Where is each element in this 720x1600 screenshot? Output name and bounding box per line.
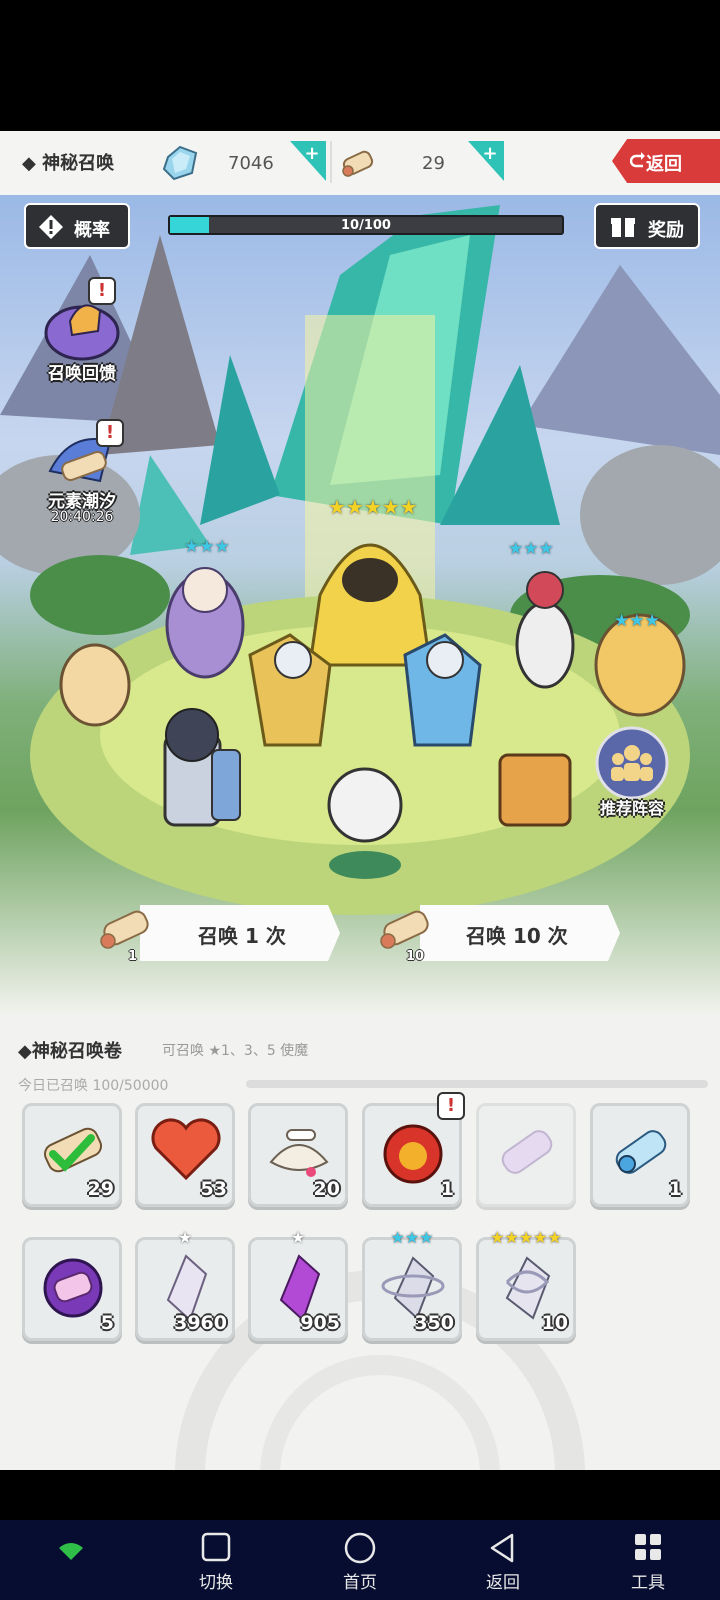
featured-stars: ★★★★★ bbox=[328, 495, 418, 519]
tide-alert-icon: ! bbox=[96, 419, 124, 447]
recommend-lineup-button[interactable]: 推荐阵容 bbox=[580, 725, 684, 825]
flame-orb-icon bbox=[383, 1124, 443, 1184]
status-area bbox=[0, 0, 720, 131]
summon-ten-cost: 10 bbox=[406, 949, 425, 964]
tide-timer: 20:40:26 bbox=[50, 509, 114, 525]
panel-description: 可召唤 ★1、3、5 使魔 bbox=[162, 1043, 309, 1059]
nav-tools-button[interactable]: 工具 bbox=[608, 1532, 688, 1593]
daily-summon-bar bbox=[246, 1080, 708, 1088]
summon-scroll-icon bbox=[100, 910, 149, 949]
reward-button[interactable]: 奖励 bbox=[594, 203, 700, 249]
nav-home-button[interactable]: 首页 bbox=[320, 1532, 400, 1593]
square-icon bbox=[201, 1532, 231, 1562]
heart-icon bbox=[151, 1118, 221, 1181]
purple-scroll-icon bbox=[501, 1130, 553, 1174]
summon-feedback-button[interactable]: ! 召唤回馈 bbox=[30, 277, 134, 387]
mummy-stars: ★★★ bbox=[508, 539, 554, 559]
add-scrolls-button[interactable]: + bbox=[468, 141, 504, 181]
add-gems-button[interactable]: + bbox=[290, 141, 326, 181]
lion-stars: ★★★ bbox=[614, 611, 660, 631]
item-purple-scroll[interactable] bbox=[476, 1103, 576, 1207]
item-heart[interactable]: 53 bbox=[135, 1103, 235, 1207]
alert-diamond-icon bbox=[39, 215, 63, 239]
blue-scroll-icon bbox=[615, 1130, 667, 1174]
item-gold-crystal[interactable]: ★★★★★ 10 bbox=[476, 1230, 576, 1341]
item-purple-crystal[interactable]: ★ 905 bbox=[248, 1230, 348, 1341]
probability-button[interactable]: 概率 bbox=[24, 203, 130, 249]
page-title: ◆ 神秘召唤 bbox=[22, 153, 115, 174]
inventory-panel: ◆神秘召唤卷 可召唤 ★1、3、5 使魔 今日已召唤 100/50000 29 … bbox=[0, 1015, 720, 1470]
circle-icon bbox=[344, 1532, 376, 1564]
return-arrow-icon bbox=[630, 152, 645, 168]
gem-icon bbox=[162, 145, 198, 181]
element-tide-button[interactable]: ! 元素潮汐 20:40:26 bbox=[30, 419, 134, 529]
svg-text:+: + bbox=[304, 143, 319, 164]
daily-summon-count: 今日已召唤 100/50000 bbox=[18, 1078, 169, 1094]
feedback-alert-icon: ! bbox=[88, 277, 116, 305]
panel-title: ◆神秘召唤卷 bbox=[18, 1041, 122, 1062]
nav-switch-button[interactable]: 切换 bbox=[176, 1532, 256, 1593]
team-icon bbox=[595, 726, 669, 800]
scroll-counter: 29 + bbox=[338, 141, 508, 185]
summon-ten-button[interactable]: 召唤 10 次 bbox=[420, 905, 620, 961]
item-green-check-scroll[interactable]: 29 bbox=[22, 1103, 122, 1207]
grid-icon bbox=[635, 1534, 661, 1560]
header-bar: ◆ 神秘召唤 7046 + 29 + 返回 bbox=[0, 131, 720, 195]
item-silver-ring-crystal[interactable]: ★★★ 350 bbox=[362, 1230, 462, 1341]
gem-count: 7046 bbox=[228, 153, 274, 174]
system-nav-bar: 切换 首页 返回 工具 bbox=[0, 1520, 720, 1600]
gift-icon bbox=[611, 218, 635, 237]
item-white-crystal[interactable]: ★ 3960 bbox=[135, 1230, 235, 1341]
svg-text:+: + bbox=[482, 143, 497, 164]
scroll-count: 29 bbox=[422, 153, 445, 174]
item-purple-tome[interactable]: 5 bbox=[22, 1237, 122, 1341]
scroll-icon bbox=[342, 150, 374, 177]
summon-once-button[interactable]: 召唤 1 次 bbox=[140, 905, 340, 961]
gem-counter: 7046 + bbox=[160, 141, 330, 185]
purple-tome-icon bbox=[43, 1258, 103, 1318]
spacer bbox=[0, 1470, 720, 1520]
nav-back-button[interactable]: 返回 bbox=[463, 1532, 543, 1593]
item-blue-scroll[interactable]: 1 bbox=[590, 1103, 690, 1207]
summon-scene: ★★★★★ ★★★ ★★★ ★★★ 概率 10/100 奖励 ! 召唤回馈 ! … bbox=[0, 195, 720, 1015]
shell-bone-icon bbox=[269, 1129, 329, 1177]
divider bbox=[330, 141, 332, 183]
back-button[interactable]: 返回 bbox=[612, 139, 720, 183]
wifi-icon bbox=[59, 1543, 83, 1560]
progress-text: 10/100 bbox=[341, 218, 391, 233]
item-bone-shell[interactable]: 20 bbox=[248, 1103, 348, 1207]
flame-orb-alert-icon: ! bbox=[437, 1092, 465, 1120]
triangle-back-icon bbox=[490, 1533, 514, 1563]
item-flame-orb[interactable]: ! 1 bbox=[362, 1092, 465, 1207]
wizard-stars: ★★★ bbox=[184, 537, 230, 557]
summon-once-cost: 1 bbox=[128, 949, 138, 964]
summon-progress-bar: 10/100 bbox=[168, 215, 564, 235]
